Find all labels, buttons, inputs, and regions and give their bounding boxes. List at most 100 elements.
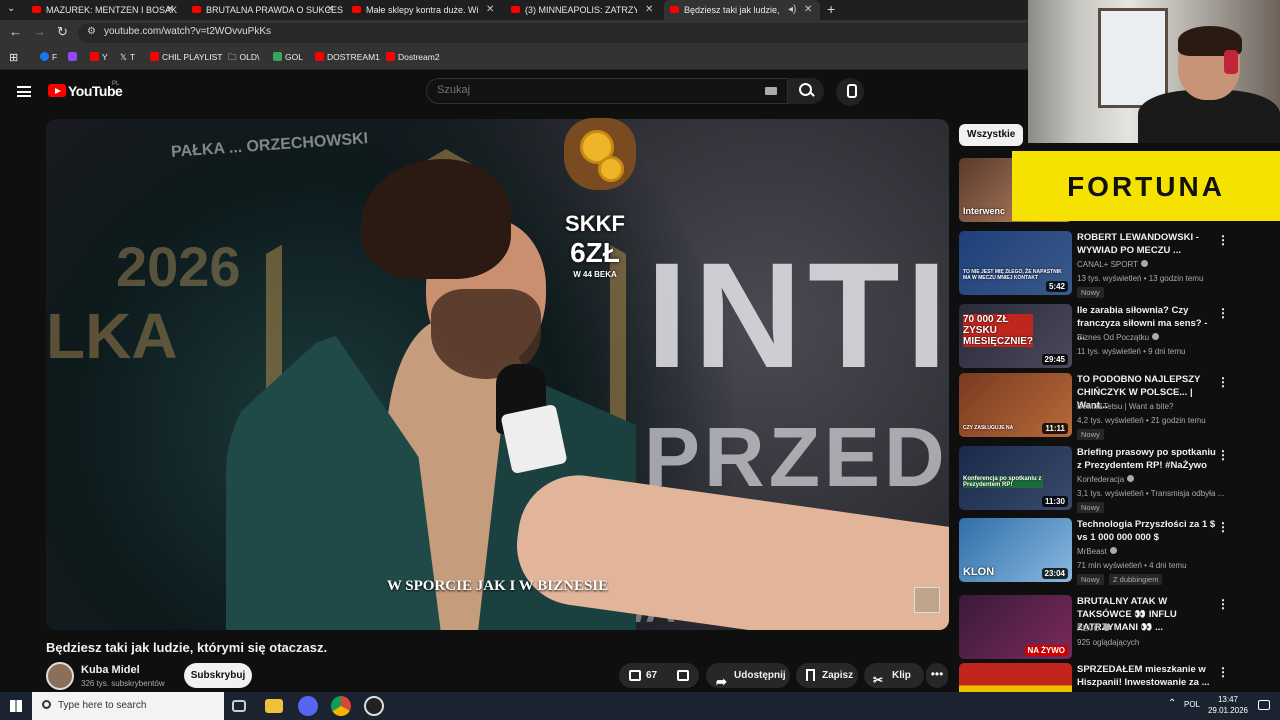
recommended-video[interactable]: NA ŻYWO BRUTALNY ATAK W TAKSÓWCE 👀 INFLU…: [959, 595, 1277, 661]
new-tab-button[interactable]: +: [827, 1, 835, 17]
bookmark-folder-old[interactable]: 🗀 OLD\: [228, 52, 259, 66]
channel-watermark[interactable]: [914, 587, 940, 613]
verified-icon: [1152, 333, 1160, 340]
speaker-icon[interactable]: ◂): [788, 0, 796, 20]
recommended-video[interactable]: Konferencja po spotkaniu z Prezydentem R…: [959, 446, 1277, 513]
viewer-count: 925 oglądających: [1077, 638, 1140, 647]
recommended-video[interactable]: CZY ZASŁUGUJE NA 11:11 TO PODOBNO NAJLEP…: [959, 373, 1277, 440]
kebab-menu-icon[interactable]: ⋮: [1217, 448, 1229, 462]
youtube-logo-icon[interactable]: [48, 84, 66, 97]
channel-name[interactable]: Beata&Tetsu | Want a bite?: [1077, 402, 1174, 411]
kebab-menu-icon[interactable]: ⋮: [1217, 306, 1229, 320]
bookmark-x[interactable]: 𝕏T: [120, 52, 135, 63]
forward-arrow-icon[interactable]: →: [33, 24, 46, 39]
file-explorer-icon[interactable]: [265, 699, 283, 713]
close-tab-icon[interactable]: ✕: [486, 0, 494, 20]
bookmark-twitch[interactable]: [68, 52, 80, 62]
video-title[interactable]: ROBERT LEWANDOWSKI - WYWIAD PO MECZU ...: [1077, 231, 1217, 257]
browser-tab[interactable]: (3) MINNEAPOLIS: ZATRZYMAN ✕: [505, 0, 663, 20]
channel-name[interactable]: CANAL+ SPORT: [1077, 260, 1148, 269]
kebab-menu-icon[interactable]: ⋮: [1217, 665, 1229, 679]
reload-icon[interactable]: ↻: [57, 24, 68, 40]
recommended-video[interactable]: TO NIE JEST MIĘ ZŁEGO, ŻE NAPASTNIK MA W…: [959, 231, 1277, 298]
channel-name[interactable]: MrBeast: [1077, 547, 1117, 556]
video-thumbnail[interactable]: KLON 23:04: [959, 518, 1072, 582]
browser-tab[interactable]: BRUTALNA PRAWDA O SUKCES ✕: [186, 0, 344, 20]
video-player[interactable]: 2026 LKA PAŁKA ... ORZECHOWSKI INTI PRZE…: [46, 119, 949, 630]
channel-name[interactable]: Kuba Midel: [81, 664, 140, 676]
video-title[interactable]: SPRZEDAŁEM mieszkanie w Hiszpanii! Inwes…: [1077, 663, 1217, 689]
donation-amount: 6ZŁ: [570, 237, 620, 268]
site-info-icon[interactable]: ⚙: [87, 26, 96, 37]
video-meta: 11 tys. wyświetleń • 9 dni temu: [1077, 347, 1186, 356]
keyboard-icon[interactable]: [765, 87, 777, 95]
bookmark-chil-playlist[interactable]: CHIL PLAYLIST: [150, 52, 222, 62]
filter-chip-all[interactable]: Wszystkie: [959, 124, 1024, 146]
tray-chevron-icon[interactable]: ⌃: [1168, 698, 1176, 709]
share-button[interactable]: ➦ Udostępnij: [706, 663, 790, 689]
channel-label: Konfederacja: [1077, 475, 1125, 484]
thumbs-down-icon[interactable]: [677, 670, 689, 681]
address-bar[interactable]: ⚙ youtube.com/watch?v=t2WOvvuPkKs: [78, 23, 1038, 43]
search-input[interactable]: [437, 84, 737, 96]
search-button[interactable]: [788, 78, 824, 104]
tab-list-chevron-icon[interactable]: ⌄: [7, 3, 15, 14]
video-title: Będziesz taki jak ludzie, którymi się ot…: [46, 640, 328, 655]
search-icon: [42, 700, 51, 709]
kebab-menu-icon[interactable]: ⋮: [1217, 597, 1229, 611]
recommended-video[interactable]: KLON 23:04 Technologia Przyszłości za 1 …: [959, 518, 1277, 585]
back-arrow-icon[interactable]: ←: [9, 24, 22, 39]
obs-icon[interactable]: [364, 696, 384, 716]
close-tab-icon[interactable]: ✕: [166, 0, 174, 20]
browser-tab-active[interactable]: Będziesz taki jak ludzie, któ ◂) ✕: [664, 0, 820, 20]
new-badge: Nowy: [1077, 429, 1104, 440]
save-button[interactable]: Zapisz: [796, 663, 858, 688]
video-thumbnail[interactable]: [959, 663, 1072, 692]
close-tab-icon[interactable]: ✕: [804, 0, 812, 20]
recommended-video[interactable]: 70 000 ZŁ ZYSKU MIESIĘCZNIE? 29:45 Ile z…: [959, 304, 1277, 370]
video-title[interactable]: Briefing prasowy po spotkaniu z Prezyden…: [1077, 446, 1217, 472]
hamburger-menu-icon[interactable]: [17, 86, 31, 97]
bookmark-youtube[interactable]: Y: [90, 52, 108, 62]
video-thumbnail[interactable]: Konferencja po spotkaniu z Prezydentem R…: [959, 446, 1072, 510]
video-thumbnail[interactable]: 70 000 ZŁ ZYSKU MIESIĘCZNIE? 29:45: [959, 304, 1072, 368]
voice-search-mic-icon[interactable]: [836, 78, 864, 106]
bookmark-dostream2[interactable]: Dostream2: [386, 52, 440, 62]
subscribe-button[interactable]: Subskrybuj: [184, 663, 252, 688]
video-thumbnail[interactable]: CZY ZASŁUGUJE NA 11:11: [959, 373, 1072, 437]
channel-avatar[interactable]: [46, 662, 74, 690]
clock-date[interactable]: 29.01.2026: [1204, 706, 1252, 715]
kebab-menu-icon[interactable]: ⋮: [1217, 233, 1229, 247]
notification-icon[interactable]: [1258, 700, 1270, 710]
chrome-icon[interactable]: [331, 696, 351, 716]
windows-start-icon[interactable]: [10, 700, 22, 712]
bookmark-dostream1[interactable]: DOSTREAM1: [315, 52, 380, 62]
taskbar-search[interactable]: Type here to search: [32, 692, 224, 720]
region-label: PL: [112, 81, 120, 87]
url-text[interactable]: youtube.com/watch?v=t2WOvvuPkKs: [104, 26, 271, 37]
kebab-menu-icon[interactable]: ⋮: [1217, 520, 1229, 534]
recommended-video[interactable]: SPRZEDAŁEM mieszkanie w Hiszpanii! Inwes…: [959, 663, 1277, 692]
bookmark-gol[interactable]: GOL: [273, 52, 303, 62]
video-meta: 71 mln wyświetleń • 4 dni temu: [1077, 561, 1187, 570]
video-title[interactable]: Technologia Przyszłości za 1 $ vs 1 000 …: [1077, 518, 1217, 544]
browser-tab[interactable]: MAZUREK: MENTZEN I BOSAK ✕: [26, 0, 184, 20]
more-actions-button[interactable]: •••: [926, 663, 948, 688]
channel-name[interactable]: Konfederacja: [1077, 475, 1135, 484]
kebab-menu-icon[interactable]: ⋮: [1217, 375, 1229, 389]
close-tab-icon[interactable]: ✕: [326, 0, 334, 20]
channel-name[interactable]: REVO: [1077, 624, 1110, 633]
task-view-icon[interactable]: [232, 700, 246, 712]
clip-button[interactable]: ✂ Klip: [864, 663, 924, 688]
video-thumbnail[interactable]: NA ŻYWO: [959, 595, 1072, 659]
bookmark-facebook[interactable]: F: [40, 52, 57, 62]
close-tab-icon[interactable]: ✕: [645, 0, 653, 20]
video-thumbnail[interactable]: TO NIE JEST MIĘ ZŁEGO, ŻE NAPASTNIK MA W…: [959, 231, 1072, 295]
clock-time[interactable]: 13:47: [1208, 695, 1248, 704]
channel-name[interactable]: Biznes Od Początku: [1077, 333, 1160, 342]
cam-window: [1098, 8, 1168, 108]
browser-tab[interactable]: Małe sklepy kontra duże. Wida ✕: [346, 0, 504, 20]
discord-icon[interactable]: [298, 696, 318, 716]
apps-grid-icon[interactable]: ⊞: [9, 51, 18, 64]
keyboard-language[interactable]: POL: [1184, 700, 1200, 709]
